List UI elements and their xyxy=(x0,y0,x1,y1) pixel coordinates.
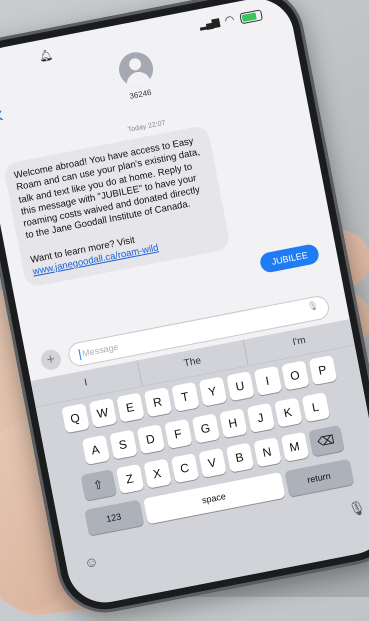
key[interactable]: P xyxy=(308,355,337,386)
dictation-icon[interactable]: 🎙︎ xyxy=(306,300,319,313)
key[interactable]: F xyxy=(163,418,193,449)
signal-icon: ▂▄▆ xyxy=(198,16,220,32)
key[interactable]: O xyxy=(280,360,310,391)
bell-icon: 🔔︎ xyxy=(37,48,54,64)
key[interactable]: U xyxy=(225,371,255,402)
key[interactable]: K xyxy=(273,397,303,428)
key[interactable]: Y xyxy=(198,376,227,407)
messages-screen: 🔔︎ ▂▄▆ ◠ ‹ 36246 Today 22:07 Welcome abr… xyxy=(0,0,369,609)
outgoing-message-bubble[interactable]: JUBILEE xyxy=(259,242,321,274)
key[interactable]: M xyxy=(280,431,309,462)
phone-device: 🔔︎ ▂▄▆ ◠ ‹ 36246 Today 22:07 Welcome abr… xyxy=(0,0,369,621)
key[interactable]: T xyxy=(170,381,200,412)
mic-icon[interactable]: 🎙︎ xyxy=(347,499,368,519)
key[interactable]: W xyxy=(88,397,117,428)
key[interactable]: Z xyxy=(115,463,144,495)
delete-icon[interactable]: ⌫ xyxy=(307,425,345,457)
key[interactable]: G xyxy=(191,413,220,444)
key[interactable]: J xyxy=(246,402,275,433)
message-placeholder: Message xyxy=(81,341,120,359)
apps-plus-button[interactable]: + xyxy=(39,348,63,372)
key[interactable]: N xyxy=(252,437,282,468)
key[interactable]: L xyxy=(301,392,330,423)
wifi-icon: ◠ xyxy=(223,13,236,28)
key[interactable]: H xyxy=(218,408,248,439)
key[interactable]: C xyxy=(170,453,199,484)
emoji-icon[interactable]: ☺ xyxy=(83,553,100,571)
key[interactable]: D xyxy=(136,424,165,455)
battery-icon xyxy=(239,9,264,25)
key[interactable]: B xyxy=(225,442,254,473)
avatar[interactable] xyxy=(115,49,156,90)
key[interactable]: Q xyxy=(60,403,90,434)
key[interactable]: E xyxy=(115,392,145,423)
key[interactable]: R xyxy=(143,387,172,418)
shift-icon[interactable]: ⇧ xyxy=(80,469,117,501)
key[interactable]: V xyxy=(197,447,227,479)
key[interactable]: I xyxy=(253,365,282,396)
key[interactable]: X xyxy=(142,458,172,489)
key[interactable]: S xyxy=(108,429,138,460)
key[interactable]: A xyxy=(81,434,110,466)
